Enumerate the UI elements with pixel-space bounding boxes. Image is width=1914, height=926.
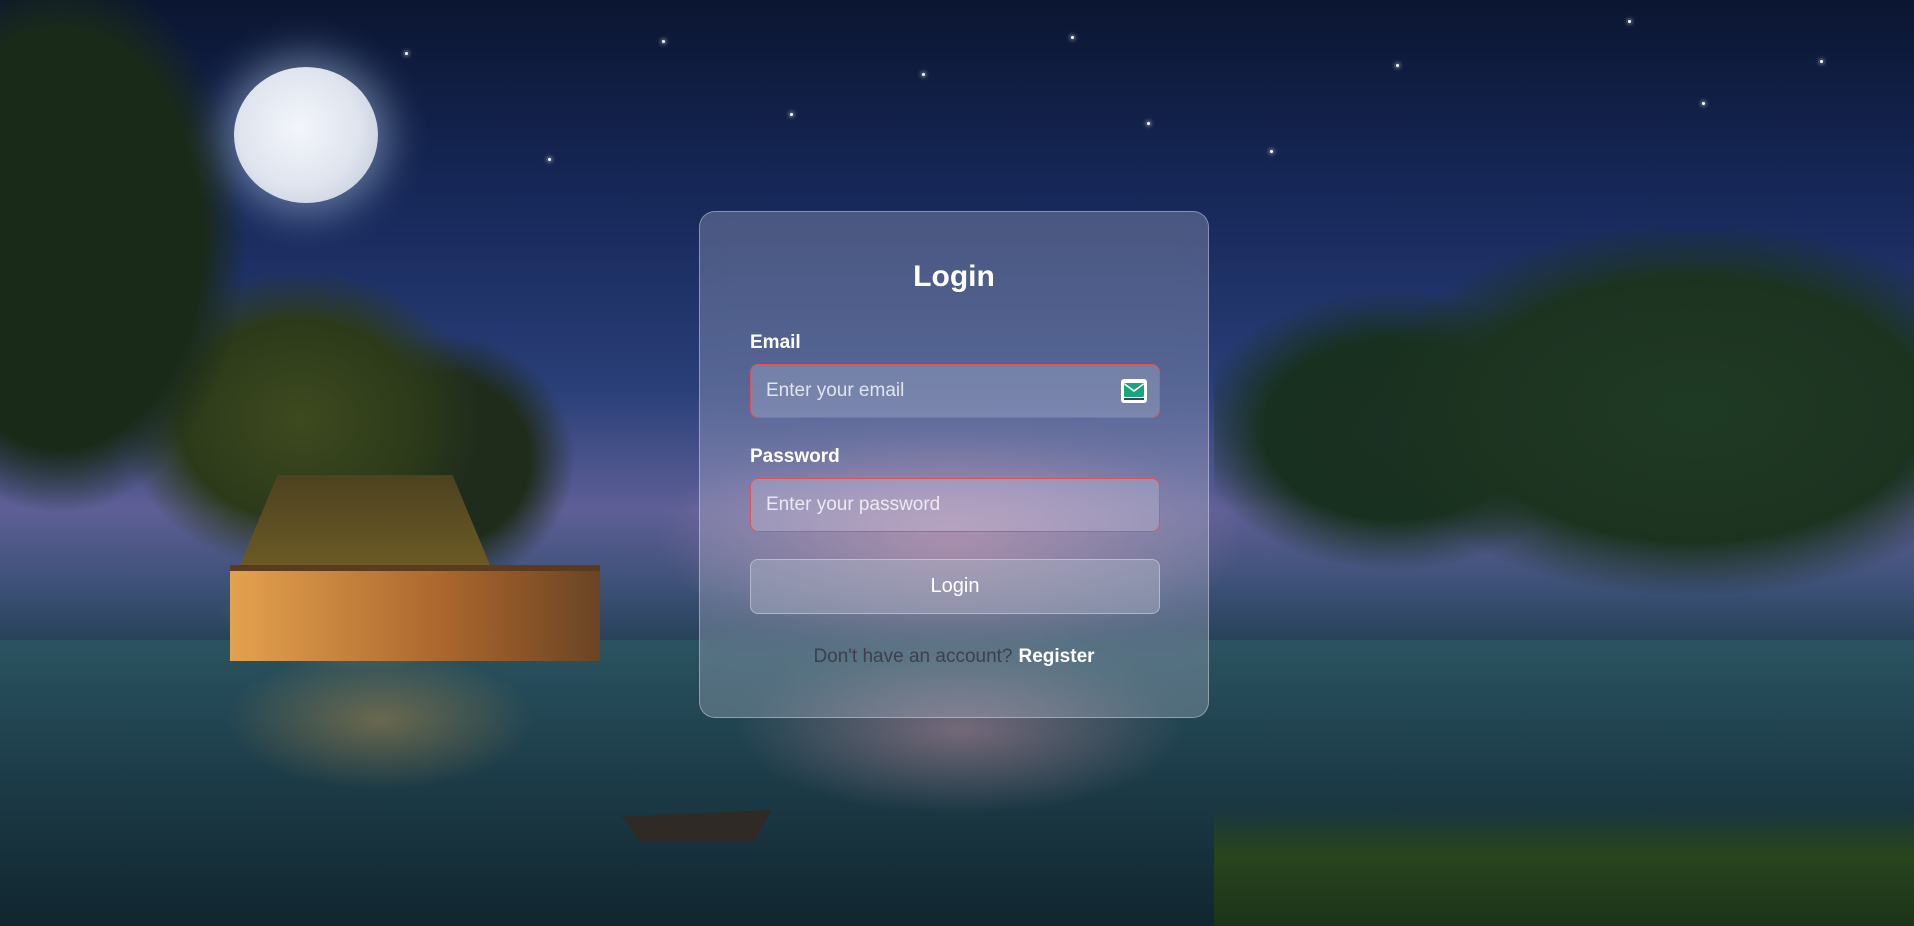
moon <box>234 67 378 203</box>
star <box>1820 60 1823 63</box>
lakeside-cabin <box>210 475 600 695</box>
star <box>1628 20 1631 23</box>
star <box>405 52 408 55</box>
star <box>922 73 925 76</box>
login-card: Login Email Password Login Don't have an… <box>699 211 1209 718</box>
login-button[interactable]: Login <box>750 559 1160 614</box>
password-label: Password <box>750 446 840 467</box>
star <box>1702 102 1705 105</box>
cabin-porch <box>230 565 600 661</box>
login-title: Login <box>913 260 995 293</box>
star <box>1071 36 1074 39</box>
register-prompt: Don't have an account? <box>813 646 1013 667</box>
star <box>548 158 551 161</box>
email-input[interactable] <box>751 365 1159 417</box>
password-field <box>750 478 1160 532</box>
star <box>790 113 793 116</box>
star <box>662 40 665 43</box>
email-label: Email <box>750 332 801 353</box>
right-trees <box>1214 210 1914 670</box>
reeds <box>1214 806 1914 926</box>
register-row: Don't have an account? Register <box>700 646 1208 668</box>
envelope-icon <box>1121 379 1147 403</box>
register-link[interactable]: Register <box>1019 646 1095 667</box>
star <box>1270 150 1273 153</box>
password-input[interactable] <box>751 479 1159 531</box>
star <box>1396 64 1399 67</box>
email-field <box>750 364 1160 418</box>
cabin-roof <box>240 475 490 565</box>
star <box>1147 122 1150 125</box>
